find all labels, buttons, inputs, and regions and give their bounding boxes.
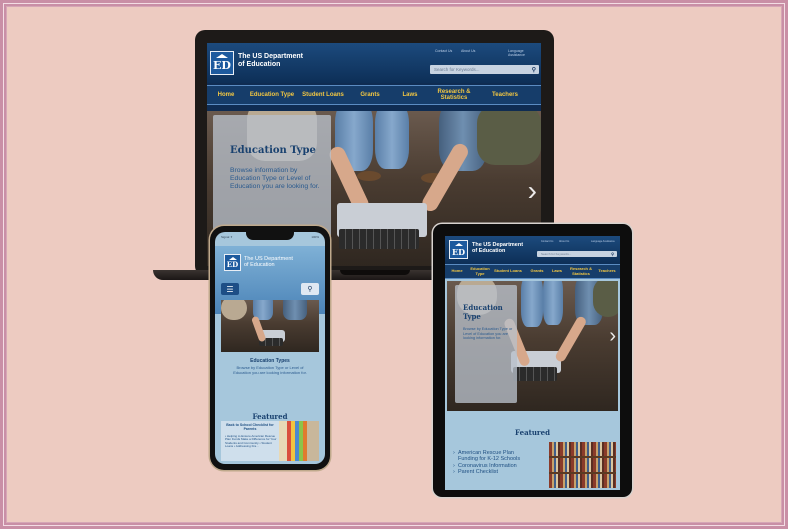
site-header: ED The US Department of Education Contac… [207, 43, 541, 83]
site-title-line1: The US Department [238, 53, 303, 60]
graduation-cap-icon [454, 243, 463, 246]
carousel-next-icon[interactable]: › [609, 325, 616, 348]
ed-logo[interactable]: ED [449, 240, 468, 259]
carousel-next-icon[interactable]: › [528, 175, 537, 207]
main-nav: Home Education Type Student Loans Grants… [207, 85, 541, 105]
nav-research-statistics[interactable]: Research & Statistics [433, 86, 475, 104]
graduation-cap-icon [228, 257, 237, 260]
search-icon: ⚲ [307, 286, 313, 293]
phone-featured-card[interactable]: Back to School Checklist for Parents • H… [221, 421, 319, 461]
card-title: Back to School Checklist for Parents [226, 423, 274, 432]
nav-student-loans[interactable]: Student Loans [493, 265, 523, 278]
laptop-notch [340, 270, 410, 275]
phone-screen: Signal ✦ 9:41 AM 100% ED The US Departme… [215, 232, 325, 464]
nav-grants[interactable]: Grants [527, 265, 547, 278]
top-link-language[interactable]: Language Assistance [591, 240, 615, 243]
nav-laws[interactable]: Laws [549, 265, 565, 278]
nav-home[interactable]: Home [211, 86, 241, 104]
site-title-line2: of Education [244, 262, 275, 269]
pencils-image [279, 421, 319, 461]
search-icon[interactable]: ⚲ [532, 66, 536, 73]
phone-status-right: 100% [311, 235, 319, 239]
top-link-language[interactable]: Language Assistance [508, 49, 541, 57]
nav-research-statistics[interactable]: Research & Statistics [567, 265, 595, 278]
card-items: • Helping to Ensure American Rescue Plan… [225, 434, 277, 449]
tablet-header: ED The US Department of Education Contac… [445, 236, 620, 264]
search-placeholder: Search for Keywords... [434, 67, 480, 72]
tablet-screen: ED The US Department of Education Contac… [445, 236, 620, 490]
hero-heading: Education Type [463, 303, 503, 321]
featured-list: American Rescue Plan Funding for K-12 Sc… [453, 450, 533, 476]
top-link-contact[interactable]: Contact Us [435, 49, 452, 53]
nav-grants[interactable]: Grants [355, 86, 385, 104]
phone-featured-heading: Featured [252, 412, 288, 421]
site-title-line2: of Education [472, 248, 506, 255]
ed-logo[interactable]: ED [224, 254, 241, 271]
hero-body: Browse information by Education Type or … [230, 167, 320, 191]
graduation-cap-icon [216, 54, 228, 58]
search-placeholder: Search for Keywords... [541, 252, 572, 256]
search-button[interactable]: ⚲ [301, 283, 319, 295]
site-title[interactable]: The US Department of Education [244, 256, 293, 269]
top-link-about[interactable]: About Us [559, 240, 569, 243]
hamburger-icon: ☰ [226, 284, 234, 294]
featured-item[interactable]: Parent Checklist [453, 469, 533, 476]
phone-notch [246, 232, 294, 240]
nav-education-type[interactable]: Education Type [469, 265, 491, 278]
library-image [549, 442, 616, 488]
tablet-hero-photo: Education Type Browse by Education Type … [447, 281, 618, 411]
nav-student-loans[interactable]: Student Loans [300, 86, 346, 104]
hero-heading: Education Type [230, 145, 316, 156]
logo-text: ED [451, 246, 466, 257]
nav-laws[interactable]: Laws [397, 86, 423, 104]
tablet-featured-heading: Featured [515, 428, 550, 437]
site-title[interactable]: The US Department of Education [472, 242, 523, 255]
logo-text: ED [213, 59, 231, 72]
tablet-nav: Home Education Type Student Loans Grants… [445, 264, 620, 279]
phone-section-heading: Education Types [250, 358, 290, 364]
top-link-contact[interactable]: Contact Us [541, 240, 553, 243]
phone-hero-photo [221, 300, 319, 352]
logo-text: ED [226, 260, 239, 269]
nav-home[interactable]: Home [447, 265, 467, 278]
top-link-about[interactable]: About Us [461, 49, 475, 53]
nav-teachers[interactable]: Teachers [487, 86, 523, 104]
hero-body: Browse by Education Type or Level of Edu… [463, 327, 513, 341]
nav-teachers[interactable]: Teachers [595, 265, 619, 278]
search-input[interactable]: Search for Keywords... ⚲ [430, 65, 539, 74]
ed-logo[interactable]: ED [210, 51, 234, 75]
site-title[interactable]: The US Department of Education [238, 53, 303, 69]
site-title-line2: of Education [238, 61, 281, 69]
search-input[interactable]: Search for Keywords... ⚲ [537, 251, 617, 257]
search-icon[interactable]: ⚲ [611, 252, 614, 257]
menu-button[interactable]: ☰ [221, 283, 239, 295]
nav-education-type[interactable]: Education Type [249, 86, 295, 104]
phone-section-body: Browse by Education Type or Level of Edu… [233, 365, 307, 375]
phone-status-left: Signal ✦ [221, 235, 233, 239]
featured-item[interactable]: American Rescue Plan Funding for K-12 Sc… [453, 450, 533, 463]
